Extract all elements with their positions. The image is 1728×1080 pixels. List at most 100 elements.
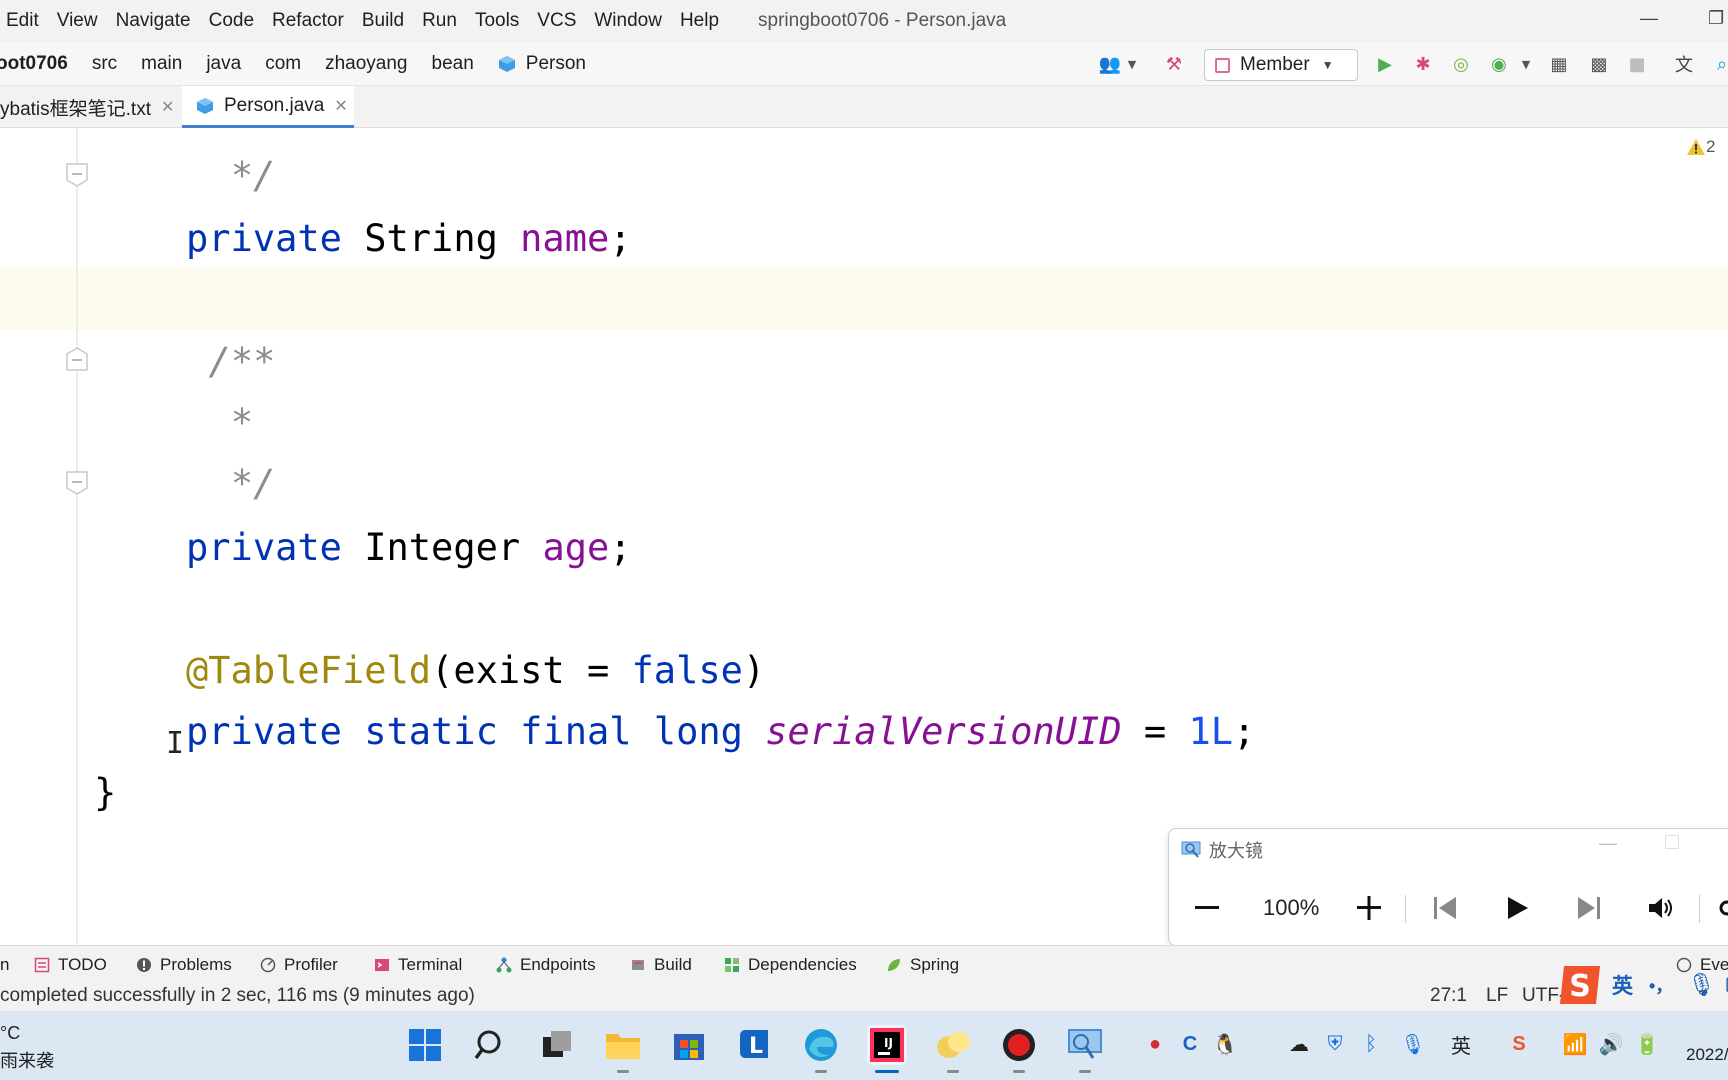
tool-tab-endpoints[interactable]: Endpoints xyxy=(496,955,596,975)
breadcrumb-main[interactable]: main xyxy=(129,53,194,75)
wifi-icon[interactable]: 📶 xyxy=(1562,1031,1588,1057)
taskbar-app-intellij[interactable]: IJ xyxy=(867,1025,907,1073)
build-project-icon[interactable]: ▦ xyxy=(1547,52,1571,76)
warnings-indicator[interactable]: 2 xyxy=(1686,137,1715,157)
fold-icon[interactable] xyxy=(65,162,89,188)
microphone-icon[interactable]: 🎙 xyxy=(1400,1031,1426,1057)
zoom-in-button[interactable] xyxy=(1351,881,1387,935)
read-aloud-button[interactable] xyxy=(1643,881,1679,935)
taskbar-app-recorder[interactable] xyxy=(999,1025,1039,1073)
menu-build[interactable]: Build xyxy=(353,10,413,32)
weather-temperature[interactable]: °C xyxy=(0,1023,20,1044)
tool-tab-truncated[interactable]: n xyxy=(0,955,9,975)
breadcrumb-person[interactable]: Person xyxy=(486,53,598,75)
bluetooth-icon[interactable]: ᛒ xyxy=(1358,1031,1384,1057)
search-icon[interactable]: ⌕ xyxy=(1710,52,1728,76)
menu-view[interactable]: View xyxy=(48,10,107,32)
menu-tools[interactable]: Tools xyxy=(466,10,528,32)
taskbar-app-notes[interactable] xyxy=(933,1025,973,1073)
tab-person-java[interactable]: Person.java ✕ xyxy=(182,86,354,128)
menu-refactor[interactable]: Refactor xyxy=(263,10,353,32)
minimize-icon[interactable]: — xyxy=(1599,833,1617,854)
onedrive-icon[interactable]: ☁ xyxy=(1286,1031,1312,1057)
tray-ime-language[interactable]: 英 xyxy=(1448,1031,1474,1058)
fold-icon[interactable] xyxy=(65,470,89,496)
security-icon[interactable]: ⛨ xyxy=(1322,1031,1348,1057)
breadcrumb-java[interactable]: java xyxy=(194,53,253,75)
hammer-icon[interactable]: ⚒ xyxy=(1162,52,1186,76)
taskbar-app-store[interactable] xyxy=(669,1025,709,1065)
tray-qq-icon[interactable]: 🐧 xyxy=(1212,1031,1238,1057)
menu-window[interactable]: Window xyxy=(585,10,671,32)
code-token: */ xyxy=(164,154,276,197)
profile-icon[interactable]: ◉ xyxy=(1487,52,1511,76)
code-token: = xyxy=(1121,710,1189,753)
line-separator[interactable]: LF xyxy=(1486,985,1508,1007)
run-icon[interactable]: ▶ xyxy=(1373,52,1397,76)
status-message[interactable]: completed successfully in 2 sec, 116 ms … xyxy=(0,985,475,1007)
tray-record-icon[interactable]: ● xyxy=(1142,1031,1168,1057)
menu-navigate[interactable]: Navigate xyxy=(107,10,200,32)
tool-tab-profiler[interactable]: Profiler xyxy=(260,955,338,975)
play-button[interactable] xyxy=(1499,881,1535,935)
chevron-down-icon[interactable]: ▼ xyxy=(1120,52,1144,76)
tool-tab-spring[interactable]: Spring xyxy=(886,955,959,975)
tool-tab-problems[interactable]: Problems xyxy=(136,955,232,975)
ime-punctuation[interactable]: •， xyxy=(1649,972,1673,998)
tool-tab-terminal[interactable]: Terminal xyxy=(374,955,462,975)
tab-mybatis-notes[interactable]: ybatis框架笔记.txt ✕ xyxy=(0,86,178,128)
breadcrumb-project[interactable]: oot0706 xyxy=(0,53,80,75)
previous-button[interactable] xyxy=(1427,881,1463,935)
search-button[interactable] xyxy=(471,1025,511,1065)
tool-tab-todo[interactable]: TODO xyxy=(34,955,107,975)
breadcrumb-bean[interactable]: bean xyxy=(420,53,486,75)
fold-icon[interactable] xyxy=(65,346,89,372)
zoom-out-button[interactable] xyxy=(1189,881,1225,935)
tool-tab-dependencies[interactable]: Dependencies xyxy=(724,955,857,975)
taskbar-app-magnifier[interactable] xyxy=(1065,1025,1105,1073)
breadcrumb-zhaoyang[interactable]: zhaoyang xyxy=(313,53,419,75)
taskbar-app-edge[interactable] xyxy=(801,1025,841,1073)
tray-sogou-icon[interactable]: S xyxy=(1506,1031,1532,1057)
chevron-down-icon[interactable]: ▼ xyxy=(1514,52,1538,76)
maximize-icon[interactable] xyxy=(1665,835,1679,849)
close-icon[interactable]: ✕ xyxy=(334,96,347,116)
weather-description[interactable]: 雨来袭 xyxy=(0,1047,54,1073)
run-config-select[interactable]: Member ▼ xyxy=(1204,49,1358,81)
microphone-icon[interactable]: 🎙 xyxy=(1687,972,1715,998)
debug-icon[interactable]: ✱ xyxy=(1411,52,1435,76)
menu-vcs[interactable]: VCS xyxy=(528,10,585,32)
code-token: private static final long xyxy=(186,710,766,753)
coverage-icon[interactable]: ◎ xyxy=(1449,52,1473,76)
tray-lenovo-icon[interactable]: C xyxy=(1177,1031,1203,1057)
code-token: ) xyxy=(742,649,766,692)
stop-icon[interactable]: ■ xyxy=(1625,52,1649,76)
taskbar-app-file-explorer[interactable] xyxy=(603,1025,643,1073)
start-button[interactable] xyxy=(405,1025,445,1065)
volume-icon[interactable]: 🔊 xyxy=(1598,1031,1624,1057)
breadcrumb-com[interactable]: com xyxy=(253,53,313,75)
user-icon[interactable]: 👥 xyxy=(1098,52,1122,76)
menu-help[interactable]: Help xyxy=(671,10,728,32)
battery-icon[interactable]: 🔋 xyxy=(1634,1031,1660,1057)
translate-icon[interactable]: 文 xyxy=(1672,52,1696,76)
settings-button[interactable] xyxy=(1711,881,1728,935)
menu-edit[interactable]: Edit xyxy=(0,10,48,32)
next-button[interactable] xyxy=(1571,881,1607,935)
clock-date[interactable]: 2022/ xyxy=(1686,1045,1728,1065)
caret-position[interactable]: 27:1 xyxy=(1430,985,1467,1007)
taskbar-app-lenovo[interactable]: L xyxy=(735,1025,775,1065)
code-editor[interactable]: */ private String name; /** * */ private… xyxy=(0,128,1728,945)
ime-language[interactable]: 英 xyxy=(1612,970,1633,1000)
task-view-button[interactable] xyxy=(537,1025,577,1065)
sogou-icon[interactable]: S xyxy=(1556,962,1604,1008)
breadcrumb-src[interactable]: src xyxy=(80,53,129,75)
menu-code[interactable]: Code xyxy=(200,10,263,32)
close-icon[interactable]: ✕ xyxy=(161,97,174,117)
minimize-icon[interactable]: — xyxy=(1640,8,1658,29)
restore-icon[interactable]: ❐ xyxy=(1708,8,1724,29)
task-view-icon xyxy=(543,1031,571,1057)
build-module-icon[interactable]: ▩ xyxy=(1587,52,1611,76)
tool-tab-build[interactable]: Build xyxy=(630,955,692,975)
menu-run[interactable]: Run xyxy=(413,10,466,32)
